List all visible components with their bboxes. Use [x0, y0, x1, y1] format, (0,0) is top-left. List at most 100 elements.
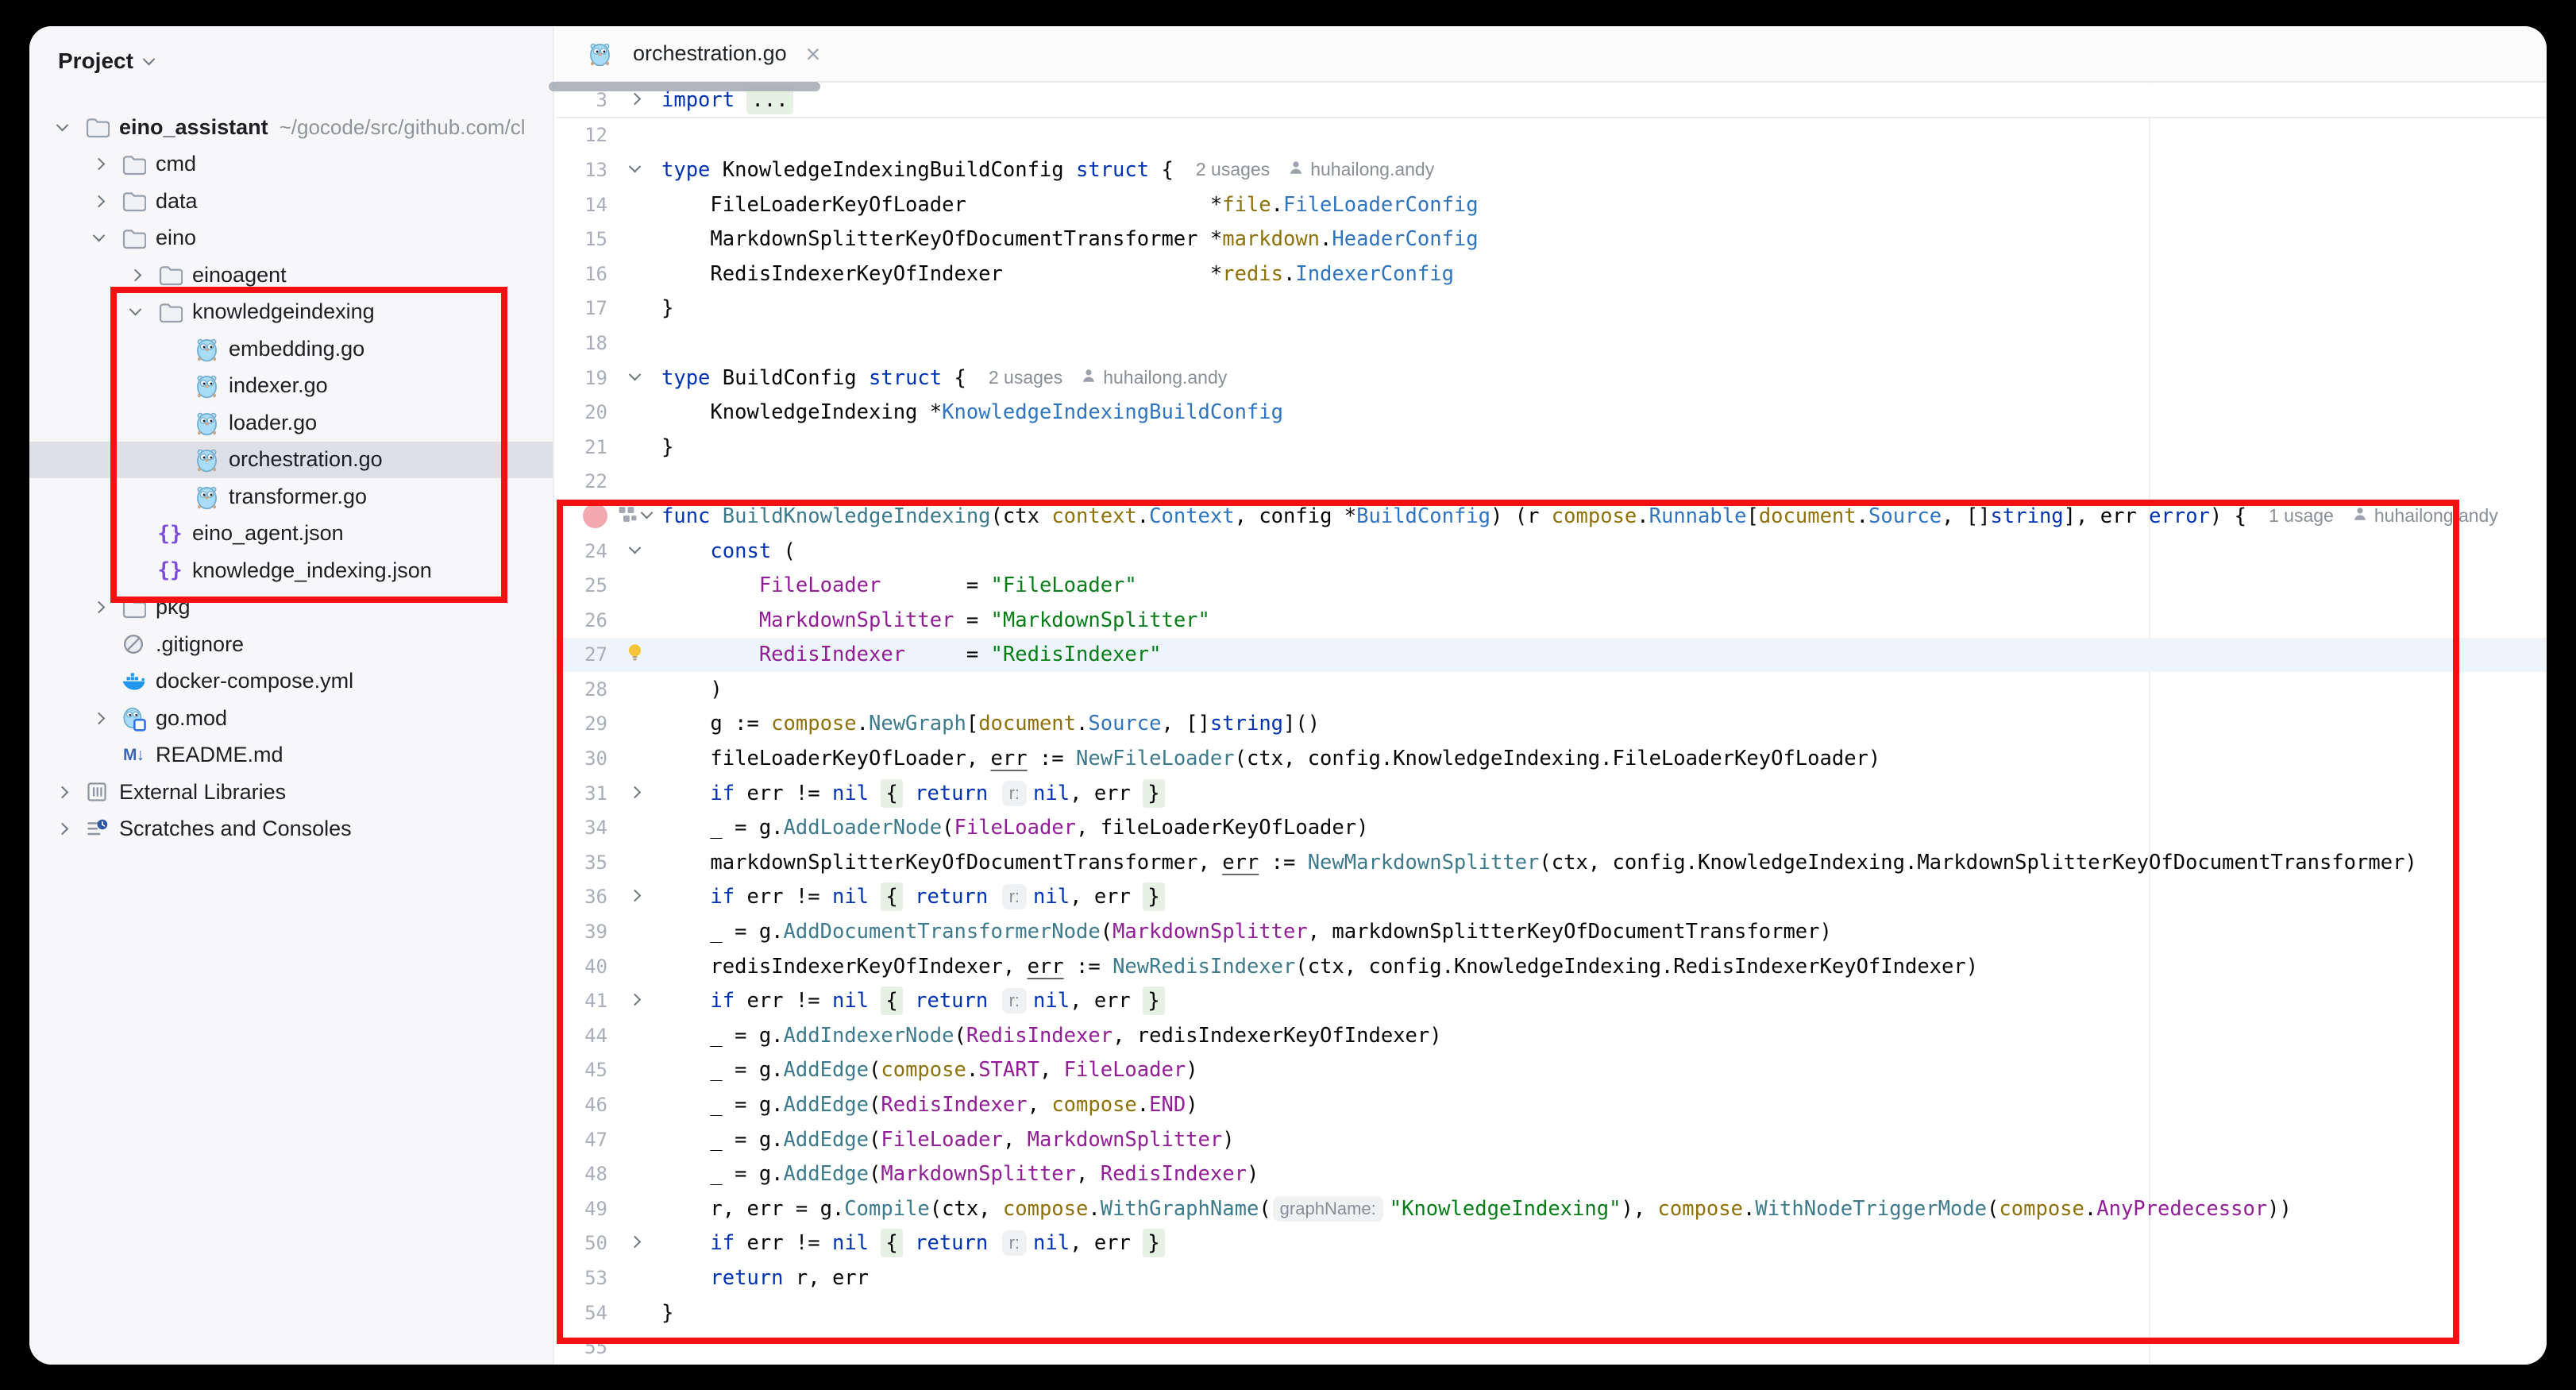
- tree-item-cmd[interactable]: cmd: [29, 146, 553, 183]
- code-line-40[interactable]: 40 redisIndexerKeyOfIndexer, err := NewR…: [556, 949, 2547, 984]
- usage-count-hint[interactable]: 1 usage: [2269, 505, 2334, 527]
- line-number[interactable]: 39: [556, 921, 607, 943]
- chevron-right-icon[interactable]: [121, 261, 148, 288]
- code-line-44[interactable]: 44 _ = g.AddIndexerNode(RedisIndexer, re…: [556, 1018, 2547, 1053]
- tree-item-data[interactable]: data: [29, 183, 553, 220]
- code-line-27[interactable]: 27 RedisIndexer = "RedisIndexer": [556, 638, 2547, 673]
- code-line-39[interactable]: 39 _ = g.AddDocumentTransformerNode(Mark…: [556, 914, 2547, 949]
- line-number[interactable]: 18: [556, 332, 607, 354]
- line-number[interactable]: 46: [556, 1094, 607, 1116]
- line-number[interactable]: 20: [556, 401, 607, 423]
- code-line-29[interactable]: 29 g := compose.NewGraph[document.Source…: [556, 707, 2547, 742]
- tree-item--gitignore[interactable]: .gitignore: [29, 626, 553, 663]
- line-number[interactable]: 12: [556, 124, 607, 146]
- code-line-28[interactable]: 28 ): [556, 672, 2547, 707]
- code-line-21[interactable]: 21}: [556, 430, 2547, 465]
- fold-collapsed-icon[interactable]: [631, 890, 639, 904]
- line-number[interactable]: 44: [556, 1025, 607, 1047]
- tree-item-external-libraries[interactable]: External Libraries: [29, 774, 553, 811]
- code-line-49[interactable]: 49 r, err = g.Compile(ctx, compose.WithG…: [556, 1191, 2547, 1226]
- code-line-17[interactable]: 17}: [556, 292, 2547, 326]
- fold-expanded-icon[interactable]: [631, 544, 639, 558]
- fold-expanded-icon[interactable]: [631, 163, 639, 177]
- line-number[interactable]: 45: [556, 1059, 607, 1081]
- code-line-54[interactable]: 54}: [556, 1295, 2547, 1330]
- code-line-14[interactable]: 14 FileLoaderKeyOfLoader *file.FileLoade…: [556, 187, 2547, 222]
- code-line-19[interactable]: 19type BuildConfig struct {2 usageshuhai…: [556, 361, 2547, 396]
- code-line-13[interactable]: 13type KnowledgeIndexingBuildConfig stru…: [556, 153, 2547, 187]
- line-number[interactable]: 22: [556, 470, 607, 492]
- fold-collapsed-icon[interactable]: [631, 786, 639, 801]
- code-line-34[interactable]: 34 _ = g.AddLoaderNode(FileLoader, fileL…: [556, 810, 2547, 845]
- chevron-down-icon[interactable]: [85, 225, 112, 252]
- usage-count-hint[interactable]: 2 usages: [1196, 159, 1270, 180]
- code-line-18[interactable]: 18: [556, 326, 2547, 361]
- code-line-47[interactable]: 47 _ = g.AddEdge(FileLoader, MarkdownSpl…: [556, 1122, 2547, 1157]
- line-number[interactable]: 21: [556, 436, 607, 458]
- fold-collapsed-icon[interactable]: [631, 93, 639, 107]
- line-number[interactable]: 36: [556, 886, 607, 908]
- tab-orchestration-go[interactable]: orchestration.go ×: [556, 26, 841, 81]
- code-line-50[interactable]: 50 if err != nil { return r:nil, err }: [556, 1226, 2547, 1261]
- line-number[interactable]: 19: [556, 367, 607, 389]
- tree-item-loader-go[interactable]: loader.go: [29, 404, 553, 442]
- code-line-25[interactable]: 25 FileLoader = "FileLoader": [556, 568, 2547, 603]
- line-number[interactable]: 41: [556, 990, 607, 1012]
- line-number[interactable]: 29: [556, 712, 607, 735]
- code-line-23[interactable]: func BuildKnowledgeIndexing(ctx context.…: [556, 499, 2547, 534]
- line-number[interactable]: 14: [556, 194, 607, 216]
- line-number[interactable]: 24: [556, 540, 607, 562]
- line-number[interactable]: 53: [556, 1267, 607, 1289]
- tree-item-docker-compose-yml[interactable]: docker-compose.yml: [29, 663, 553, 701]
- tree-item-knowledge-indexing-json[interactable]: {}knowledge_indexing.json: [29, 552, 553, 589]
- tree-item-embedding-go[interactable]: embedding.go: [29, 330, 553, 368]
- code-line-31[interactable]: 31 if err != nil { return r:nil, err }: [556, 776, 2547, 811]
- code-line-55[interactable]: 55: [556, 1330, 2547, 1365]
- code-line-3[interactable]: 3import ...: [556, 83, 2547, 118]
- line-number[interactable]: 55: [556, 1336, 607, 1358]
- code-editor[interactable]: 3import ... 12 13type KnowledgeIndexingBui…: [556, 83, 2547, 1365]
- code-line-35[interactable]: 35 markdownSplitterKeyOfDocumentTransfor…: [556, 845, 2547, 880]
- line-number[interactable]: 25: [556, 574, 607, 597]
- tree-item-indexer-go[interactable]: indexer.go: [29, 368, 553, 405]
- tree-item-readme-md[interactable]: M↓README.md: [29, 737, 553, 774]
- tree-item-eino-assistant[interactable]: eino_assistant~/gocode/src/github.com/cl: [29, 109, 553, 146]
- line-number[interactable]: 40: [556, 956, 607, 978]
- chevron-down-icon[interactable]: [48, 114, 75, 141]
- code-line-30[interactable]: 30 fileLoaderKeyOfLoader, err := NewFile…: [556, 741, 2547, 776]
- tree-item-scratches-and-consoles[interactable]: Scratches and Consoles: [29, 811, 553, 848]
- line-number[interactable]: 13: [556, 159, 607, 181]
- fold-expanded-icon[interactable]: [631, 371, 639, 385]
- line-number[interactable]: 49: [556, 1198, 607, 1220]
- author-hint[interactable]: huhailong.andy: [1287, 159, 1434, 181]
- close-icon[interactable]: ×: [806, 41, 821, 67]
- tree-item-transformer-go[interactable]: transformer.go: [29, 478, 553, 515]
- tree-item-eino[interactable]: eino: [29, 220, 553, 257]
- code-line-36[interactable]: 36 if err != nil { return r:nil, err }: [556, 880, 2547, 915]
- line-number[interactable]: 50: [556, 1232, 607, 1254]
- author-hint[interactable]: huhailong.andy: [1080, 367, 1227, 389]
- line-number[interactable]: 30: [556, 747, 607, 770]
- tree-item-orchestration-go[interactable]: orchestration.go: [29, 442, 553, 479]
- horizontal-scrollbar-thumb[interactable]: [549, 82, 820, 91]
- chevron-right-icon[interactable]: [85, 187, 112, 214]
- chevron-down-icon[interactable]: [121, 299, 148, 326]
- intention-bulb-icon[interactable]: [624, 642, 646, 667]
- line-number[interactable]: 54: [556, 1302, 607, 1324]
- line-number[interactable]: 3: [556, 89, 607, 111]
- code-line-48[interactable]: 48 _ = g.AddEdge(MarkdownSplitter, Redis…: [556, 1156, 2547, 1191]
- usage-count-hint[interactable]: 2 usages: [989, 367, 1062, 388]
- code-line-12[interactable]: 12: [556, 118, 2547, 153]
- line-number[interactable]: 28: [556, 678, 607, 701]
- code-line-53[interactable]: 53 return r, err: [556, 1261, 2547, 1295]
- chevron-right-icon[interactable]: [48, 778, 75, 805]
- tree-item-einoagent[interactable]: einoagent: [29, 257, 553, 294]
- code-line-26[interactable]: 26 MarkdownSplitter = "MarkdownSplitter": [556, 603, 2547, 638]
- code-line-22[interactable]: 22: [556, 465, 2547, 500]
- line-number[interactable]: 17: [556, 297, 607, 319]
- line-number[interactable]: 47: [556, 1129, 607, 1151]
- tree-item-knowledgeindexing[interactable]: knowledgeindexing: [29, 294, 553, 331]
- chevron-right-icon[interactable]: [48, 816, 75, 843]
- line-number[interactable]: 31: [556, 782, 607, 805]
- tree-item-pkg[interactable]: pkg: [29, 589, 553, 627]
